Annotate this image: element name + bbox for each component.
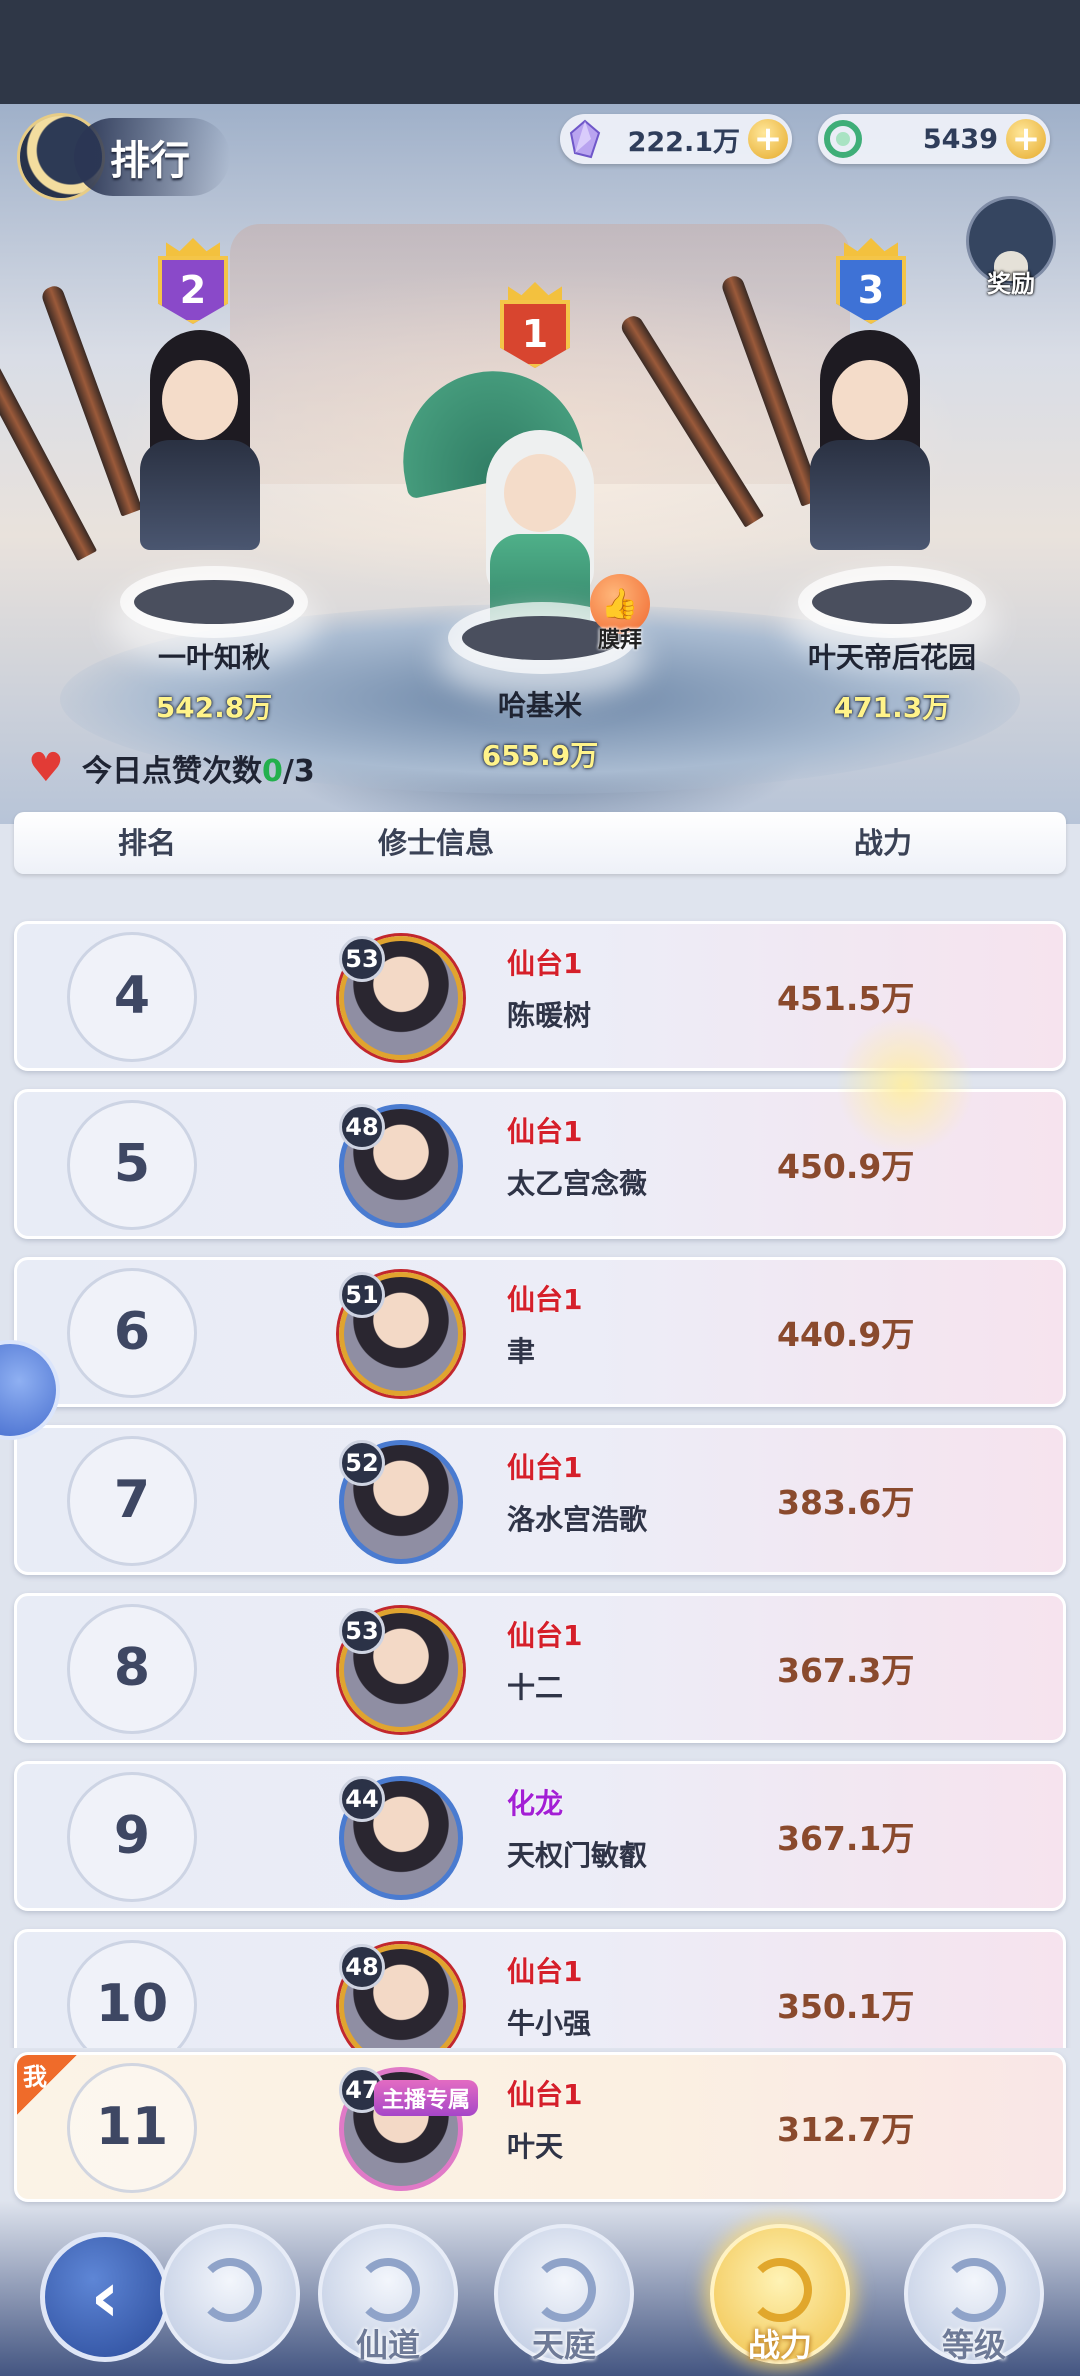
currency-crystal: 222.1万 + [560,114,792,164]
reward-label: 奖励 [987,270,1035,298]
likes-total: /3 [282,754,315,789]
player-name: 陈暖树 [507,999,592,1032]
realm-label: 仙台1 [507,947,583,980]
streamer-exclusive-tag: 主播专属 [374,2080,479,2116]
player-name: 牛小强 [507,2007,592,2040]
nav-tab-label: 仙道 [355,2326,420,2364]
ranking-row-8[interactable]: 8 53 仙台1 十二 367.3万 [14,1593,1066,1743]
ranking-row-7[interactable]: 7 52 仙台1 洛水宫浩歌 383.6万 [14,1425,1066,1575]
crystal-icon [560,114,610,164]
nav-tab-label: 战力 [747,2326,812,2364]
player-name: 叶天 [507,2130,564,2163]
realm-label: 仙台1 [507,1451,583,1484]
likes-current: 0 [262,754,283,789]
player-name: 太乙宫念薇 [507,1167,648,1200]
rank-number: 10 [95,1974,169,2034]
nav-tab-partial[interactable] [160,2224,300,2364]
swirl-icon [356,2258,420,2322]
likes-label: 今日点赞次数 [82,754,262,789]
realm-label: 仙台1 [507,1283,583,1316]
podium-pedestal [812,580,972,624]
ranking-row-6[interactable]: 6 51 仙台1 聿 440.9万 [14,1257,1066,1407]
podium-name-1: 哈基米 [497,689,582,722]
level-badge: 48 [339,1944,385,1990]
podium-power-1: 655.9万 [481,739,599,772]
podium-pedestal [134,580,294,624]
player-power: 350.1万 [777,1987,915,2026]
jade-amount: 5439 [922,123,998,155]
level-badge: 53 [339,1608,385,1654]
ranking-row-9[interactable]: 9 44 化龙 天权门敏叡 367.1万 [14,1761,1066,1911]
podium-name-2: 一叶知秋 [157,641,270,674]
player-power: 440.9万 [777,1315,915,1354]
page-header: 排行 [20,112,230,202]
header-power: 战力 [854,826,913,860]
worship-button[interactable]: 👍 膜拜 [580,574,660,654]
level-badge: 44 [339,1776,385,1822]
jade-dragon-icon [818,114,868,164]
header-cultivator-info: 修士信息 [378,826,495,860]
player-power: 367.3万 [777,1651,915,1690]
rank-number: 6 [113,1302,151,1362]
realm-label: 仙台1 [507,2078,583,2111]
realm-label: 仙台1 [507,1955,583,1988]
add-jade-button[interactable]: + [1006,119,1046,159]
player-power: 383.6万 [777,1483,915,1522]
rank-badge-2: 2 [158,238,228,324]
player-power: 367.1万 [777,1819,915,1858]
ranking-row-10[interactable]: 10 48 仙台1 牛小强 350.1万 [14,1929,1066,2048]
level-badge: 52 [339,1440,385,1486]
rank-badge-3: 3 [836,238,906,324]
daily-likes: ♥ 今日点赞次数0/3 [28,744,315,792]
heart-icon: ♥ [28,745,64,791]
status-bar [0,0,1080,104]
level-badge: 48 [339,1104,385,1150]
page-title: 排行 [74,118,230,196]
header-rank: 排名 [118,826,177,860]
rank-number: 11 [95,2097,169,2157]
rank-number: 5 [113,1134,151,1194]
level-badge: 53 [339,936,385,982]
swirl-icon [942,2258,1006,2322]
player-name: 天权门敏叡 [507,1839,648,1872]
back-arrow-icon: ‹ [90,2256,120,2338]
podium-power-3: 471.3万 [833,691,951,724]
rank-number: 4 [113,966,151,1026]
crystal-amount: 222.1万 [627,126,740,158]
swirl-icon [748,2258,812,2322]
level-badge: 51 [339,1272,385,1318]
player-3-avatar[interactable] [790,330,950,570]
swirl-icon [198,2258,262,2322]
currency-jade: 5439 + [818,114,1050,164]
realm-label: 化龙 [507,1787,564,1820]
rank-number: 7 [113,1470,151,1530]
rank-number: 9 [113,1806,151,1866]
player-name: 十二 [507,1671,564,1704]
my-ranking-row[interactable]: 我 11 47 仙台1 叶天 312.7万 [14,2052,1066,2202]
realm-label: 仙台1 [507,1115,583,1148]
swirl-icon [532,2258,596,2322]
podium-name-3: 叶天帝后花园 [807,641,976,674]
player-2-avatar[interactable] [120,330,280,570]
realm-label: 仙台1 [507,1619,583,1652]
rank-number: 8 [113,1638,151,1698]
podium-power-2: 542.8万 [155,691,273,724]
sparkle-effect [830,1010,980,1160]
nav-tab-label: 天庭 [531,2326,596,2364]
ranking-table-header: 排名 修士信息 战力 [14,812,1066,874]
back-button[interactable]: ‹ [40,2232,170,2362]
rank-badge-1: 1 [500,282,570,368]
player-name: 聿 [507,1335,536,1368]
add-crystal-button[interactable]: + [748,119,788,159]
player-name: 洛水宫浩歌 [507,1503,648,1536]
nav-tab-label: 等级 [941,2326,1006,2364]
player-power: 312.7万 [777,2110,915,2149]
worship-label: 膜拜 [597,628,642,653]
